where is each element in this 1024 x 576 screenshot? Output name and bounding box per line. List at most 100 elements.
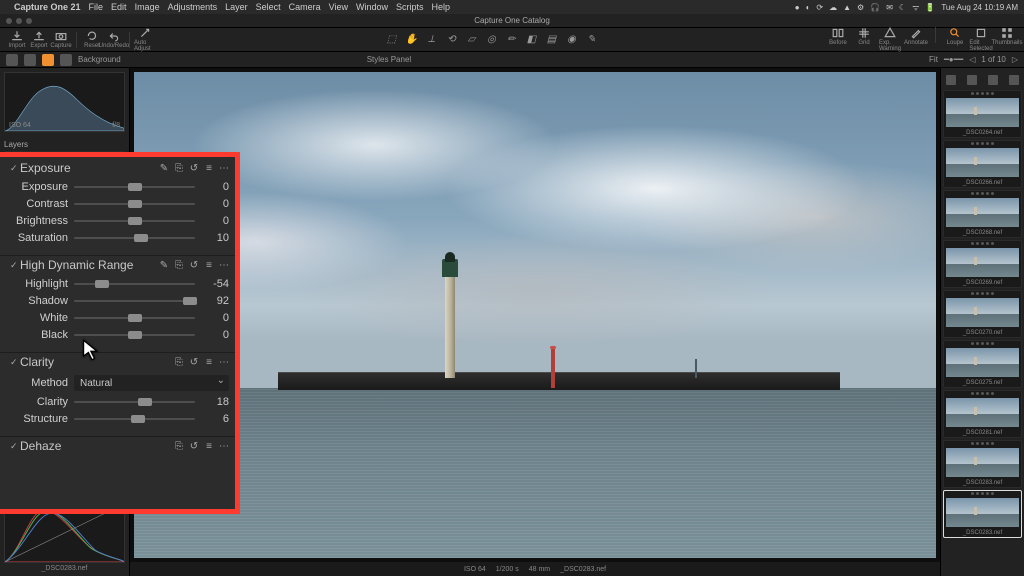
- export-button[interactable]: Export: [28, 30, 50, 49]
- hdr-white-slider[interactable]: [74, 312, 195, 324]
- more-icon[interactable]: ⋯: [219, 260, 229, 270]
- clarity-structure-slider[interactable]: [74, 413, 195, 425]
- tab-library-icon[interactable]: [6, 54, 18, 66]
- menu-edit[interactable]: Edit: [111, 2, 127, 12]
- zoom-fit[interactable]: Fit: [929, 55, 938, 64]
- grid-button[interactable]: Grid: [853, 27, 875, 52]
- hdr-black-slider[interactable]: [74, 329, 195, 341]
- loupe-button[interactable]: Loupe: [944, 27, 966, 52]
- menu-camera[interactable]: Camera: [289, 2, 321, 12]
- tab-color-icon[interactable]: [60, 54, 72, 66]
- preset-icon[interactable]: ≡: [204, 357, 214, 367]
- before-after-button[interactable]: Before: [827, 27, 849, 52]
- picker-tool-icon[interactable]: ✎: [585, 33, 599, 47]
- copy-icon[interactable]: ⎘: [174, 357, 184, 367]
- keystone-tool-icon[interactable]: ▱: [465, 33, 479, 47]
- reset-icon[interactable]: ↺: [189, 441, 199, 451]
- gradient-tool-icon[interactable]: ▤: [545, 33, 559, 47]
- copy-icon[interactable]: ⎘: [174, 163, 184, 173]
- zoom-slider[interactable]: ━●━━: [944, 55, 963, 64]
- hdr-highlight-value[interactable]: -54: [201, 278, 229, 290]
- thumbnail[interactable]: _DSC0275.nef: [943, 340, 1022, 388]
- thumbnails-button[interactable]: Thumbnails: [996, 27, 1018, 52]
- erase-tool-icon[interactable]: ◧: [525, 33, 539, 47]
- thumbnail[interactable]: _DSC0269.nef: [943, 240, 1022, 288]
- preset-icon[interactable]: ≡: [204, 163, 214, 173]
- exposure-brightness-slider[interactable]: [74, 215, 195, 227]
- auto-adjust-button[interactable]: Auto Adjust: [134, 27, 156, 52]
- more-icon[interactable]: ⋯: [219, 163, 229, 173]
- import-button[interactable]: Import: [6, 30, 28, 49]
- warning-button[interactable]: Exp. Warning: [879, 27, 901, 52]
- thumbnail[interactable]: _DSC0266.nef: [943, 140, 1022, 188]
- browser-tool-icon[interactable]: [946, 75, 956, 85]
- exposure-exposure-slider[interactable]: [74, 181, 195, 193]
- spot-tool-icon[interactable]: ◎: [485, 33, 499, 47]
- menu-layer[interactable]: Layer: [225, 2, 248, 12]
- hdr-highlight-slider[interactable]: [74, 278, 195, 290]
- thumbnail[interactable]: _DSC0283.nef: [943, 440, 1022, 488]
- method-select[interactable]: Natural: [74, 375, 229, 391]
- menubar-app[interactable]: Capture One 21: [14, 2, 81, 12]
- menu-window[interactable]: Window: [356, 2, 388, 12]
- preset-icon[interactable]: ≡: [204, 441, 214, 451]
- clarity-clarity-slider[interactable]: [74, 396, 195, 408]
- clarity-structure-value[interactable]: 6: [201, 413, 229, 425]
- menu-scripts[interactable]: Scripts: [396, 2, 424, 12]
- menu-image[interactable]: Image: [135, 2, 160, 12]
- panel-check-icon[interactable]: ✓: [10, 441, 16, 452]
- browser-tool-icon[interactable]: [967, 75, 977, 85]
- undo-button[interactable]: Undo/Redo: [103, 30, 125, 49]
- capture-button[interactable]: Capture: [50, 30, 72, 49]
- hdr-white-value[interactable]: 0: [201, 312, 229, 324]
- menu-file[interactable]: File: [89, 2, 104, 12]
- more-icon[interactable]: ⋯: [219, 441, 229, 451]
- browser-tool-icon[interactable]: [1009, 75, 1019, 85]
- tab-capture-icon[interactable]: [24, 54, 36, 66]
- thumbnail[interactable]: _DSC0281.nef: [943, 390, 1022, 438]
- traffic-lights[interactable]: [6, 18, 32, 24]
- hand-tool-icon[interactable]: ✋: [405, 33, 419, 47]
- panel-check-icon[interactable]: ✓: [10, 163, 16, 174]
- reset-icon[interactable]: ↺: [189, 163, 199, 173]
- exposure-contrast-slider[interactable]: [74, 198, 195, 210]
- thumbnail[interactable]: _DSC0268.nef: [943, 190, 1022, 238]
- menu-adjustments[interactable]: Adjustments: [168, 2, 218, 12]
- hdr-shadow-slider[interactable]: [74, 295, 195, 307]
- exposure-brightness-value[interactable]: 0: [201, 215, 229, 227]
- pencil-icon[interactable]: ✎: [159, 163, 169, 173]
- copy-icon[interactable]: ⎘: [174, 441, 184, 451]
- pencil-icon[interactable]: ✎: [159, 260, 169, 270]
- edit-selected-button[interactable]: Edit Selected: [970, 27, 992, 52]
- select-tool-icon[interactable]: ⬚: [385, 33, 399, 47]
- radial-tool-icon[interactable]: ◉: [565, 33, 579, 47]
- copy-icon[interactable]: ⎘: [174, 260, 184, 270]
- next-image-icon[interactable]: ▷: [1012, 55, 1018, 64]
- hdr-shadow-value[interactable]: 92: [201, 295, 229, 307]
- browser-tool-icon[interactable]: [988, 75, 998, 85]
- panel-check-icon[interactable]: ✓: [10, 357, 16, 368]
- thumbnail[interactable]: _DSC0270.nef: [943, 290, 1022, 338]
- rotate-tool-icon[interactable]: ⟲: [445, 33, 459, 47]
- viewer-canvas[interactable]: [130, 68, 940, 562]
- annotate-button[interactable]: Annotate: [905, 27, 927, 52]
- preset-icon[interactable]: ≡: [204, 260, 214, 270]
- hdr-black-value[interactable]: 0: [201, 329, 229, 341]
- brush-tool-icon[interactable]: ✏: [505, 33, 519, 47]
- more-icon[interactable]: ⋯: [219, 357, 229, 367]
- crop-tool-icon[interactable]: ⟂: [425, 33, 439, 47]
- exposure-saturation-value[interactable]: 10: [201, 232, 229, 244]
- panel-check-icon[interactable]: ✓: [10, 260, 16, 271]
- exposure-saturation-slider[interactable]: [74, 232, 195, 244]
- reset-icon[interactable]: ↺: [189, 357, 199, 367]
- menu-view[interactable]: View: [329, 2, 348, 12]
- prev-image-icon[interactable]: ◁: [969, 55, 975, 64]
- clarity-clarity-value[interactable]: 18: [201, 396, 229, 408]
- exposure-contrast-value[interactable]: 0: [201, 198, 229, 210]
- menu-select[interactable]: Select: [256, 2, 281, 12]
- thumbnail[interactable]: _DSC0264.nef: [943, 90, 1022, 138]
- exposure-exposure-value[interactable]: 0: [201, 181, 229, 193]
- tab-exposure-icon[interactable]: [42, 54, 54, 66]
- menu-help[interactable]: Help: [432, 2, 451, 12]
- thumbnail[interactable]: _DSC0283.nef: [943, 490, 1022, 538]
